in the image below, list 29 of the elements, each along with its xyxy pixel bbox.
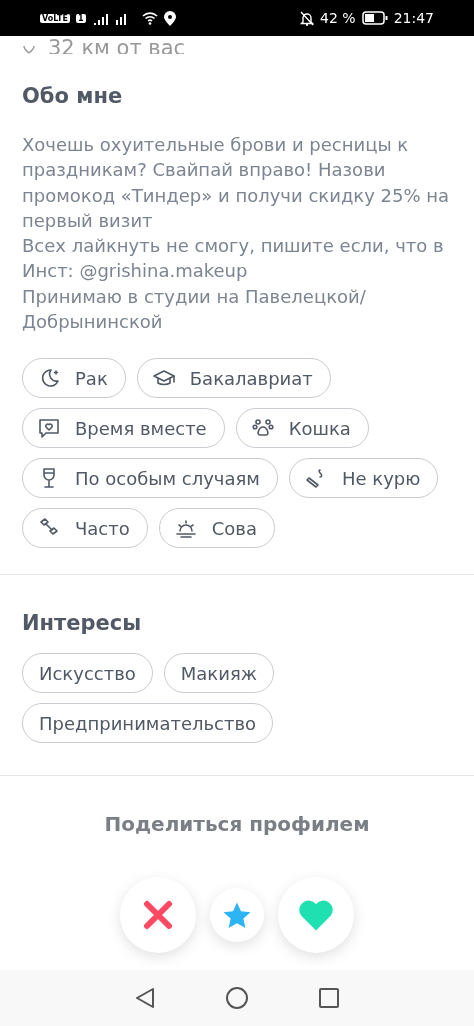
- back-icon[interactable]: [135, 987, 156, 1009]
- clock: 21:47: [393, 10, 434, 26]
- chip-label: Сова: [211, 517, 257, 539]
- recents-icon[interactable]: [318, 988, 339, 1008]
- bio-text: Всех лайкнуть не смогу, пишите если, что в Инст: @grishina.makeup: [22, 234, 445, 284]
- section-title: Интересы: [22, 611, 143, 636]
- star-icon: [222, 900, 252, 930]
- muted-bell-icon: [300, 10, 315, 26]
- chip-label: Бакалавриат: [189, 367, 313, 389]
- location-icon: [163, 10, 176, 26]
- section-title: Обо мне: [22, 84, 124, 108]
- chip-label: По особым случаям: [75, 467, 260, 489]
- battery-icon: [361, 11, 388, 25]
- chip-label: Часто: [75, 517, 130, 539]
- network-badge: VoLTE: [40, 13, 70, 23]
- heart-icon: [297, 898, 335, 932]
- home-icon[interactable]: [226, 987, 248, 1009]
- wifi-icon: [141, 11, 158, 25]
- bio-text: Хочешь охуительные брови и ресницы к праздникам? Свайпай вправо! Назови промокод «Тиндер» и получи скидку 25% на первый визит: [22, 133, 451, 233]
- bio-text: Принимаю в студии на Павелецкой/ Добрынинской: [22, 284, 367, 335]
- chip-label: Рак: [75, 367, 108, 389]
- chip-label: Не курю: [341, 467, 421, 489]
- chip-label: Время вместе: [75, 417, 207, 439]
- sim-badge: 1: [75, 13, 86, 23]
- chip-label: Кошка: [288, 417, 351, 439]
- share-profile-title[interactable]: Поделиться профилем: [0, 812, 474, 837]
- battery-percent: 42 %: [320, 10, 356, 26]
- heart-message-icon: [37, 416, 61, 441]
- close-icon: [143, 900, 173, 930]
